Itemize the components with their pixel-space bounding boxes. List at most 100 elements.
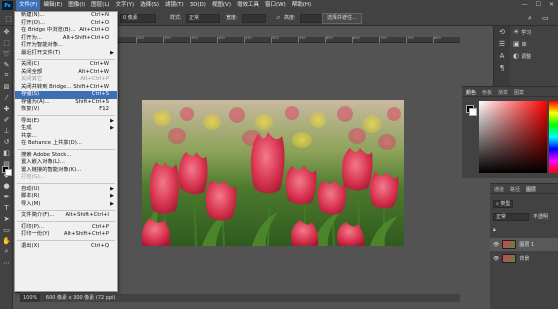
file-menu-item[interactable]: 关闭并转到 Bridge... Shift+Ctrl+W: [15, 84, 117, 92]
type-tool-icon[interactable]: T: [0, 202, 13, 213]
tab-color[interactable]: 颜色: [466, 89, 476, 96]
zoom-tool-icon[interactable]: ⌕: [0, 246, 13, 257]
crop-tool-icon[interactable]: ⌗: [0, 70, 13, 81]
hand-tool-icon[interactable]: ✋: [0, 235, 13, 246]
feather-input[interactable]: 0 像素: [120, 14, 156, 23]
menu-item-label: 导入(M): [21, 200, 41, 207]
eyedropper-icon[interactable]: ⁄: [0, 92, 13, 103]
width-input[interactable]: [242, 14, 266, 23]
file-menu-item[interactable]: 置入嵌入对象(L)...: [15, 159, 117, 167]
layer-filter-select[interactable]: ⌕ 类型: [493, 199, 514, 208]
file-menu-item[interactable]: 在 Bridge 中浏览(B)... Alt+Ctrl+O: [15, 27, 117, 35]
menu-7[interactable]: 3D(D): [187, 0, 209, 11]
file-menu-item[interactable]: 共享...: [15, 133, 117, 141]
zoom-level[interactable]: 100%: [20, 294, 41, 302]
tab-patterns[interactable]: 图案: [514, 89, 524, 96]
height-input[interactable]: [300, 14, 324, 23]
lock-icon[interactable]: 🔒︎: [493, 227, 496, 233]
history-icon[interactable]: ⟲: [494, 26, 510, 38]
rectangle-tool-icon[interactable]: ▭: [0, 224, 13, 235]
learn-item[interactable]: ☀ 学习: [510, 26, 558, 38]
brush-tool-icon[interactable]: ✐: [0, 114, 13, 125]
minimize-icon[interactable]: —: [522, 1, 528, 8]
path-select-icon[interactable]: ➤: [0, 213, 13, 224]
properties-icon[interactable]: ☰: [494, 38, 510, 50]
swap-icon[interactable]: ⇄: [276, 14, 280, 23]
layer-row-background[interactable]: 👁︎ 背景: [490, 252, 558, 265]
quick-select-icon[interactable]: ✎: [0, 59, 13, 70]
menu-10[interactable]: 窗口(W): [262, 0, 289, 11]
file-menu-item[interactable]: 打开为智能对象...: [15, 42, 117, 50]
blend-mode-select[interactable]: 正常: [493, 212, 529, 221]
file-menu-item[interactable]: 生成 ▶: [15, 125, 117, 133]
healing-brush-icon[interactable]: ✚: [0, 103, 13, 114]
menu-9[interactable]: 增效工具: [234, 0, 262, 11]
tab-gradients[interactable]: 渐变: [498, 89, 508, 96]
canvas-image[interactable]: [142, 100, 404, 246]
history-brush-icon[interactable]: ↺: [0, 136, 13, 147]
file-menu-item[interactable]: 恢复(V) F12: [15, 106, 117, 114]
menu-8[interactable]: 视图(V): [209, 0, 234, 11]
menu-6[interactable]: 滤镜(T): [162, 0, 187, 11]
tab-paths[interactable]: 路径: [510, 186, 520, 193]
menu-5[interactable]: 选择(S): [137, 0, 162, 11]
dodge-icon[interactable]: ●: [0, 180, 13, 191]
maximize-icon[interactable]: ☐: [536, 1, 541, 8]
layer-row-1[interactable]: 👁︎ 图层 1: [490, 238, 558, 251]
ruler-label: 450: [245, 36, 252, 40]
file-menu-item[interactable]: 导入(M) ▶: [15, 201, 117, 209]
background-color-swatch[interactable]: [5, 169, 12, 176]
lasso-tool-icon[interactable]: ➰: [0, 48, 13, 59]
file-menu-item[interactable]: 最近打开文件(T) ▶: [15, 50, 117, 58]
pen-tool-icon[interactable]: ✒: [0, 191, 13, 202]
menu-11[interactable]: 帮助(H): [289, 0, 314, 11]
document-info: 600 像素 x 300 像素 (72 ppi): [45, 295, 116, 301]
file-menu-item[interactable]: 搜索 Adobe Stock...: [15, 152, 117, 160]
file-menu-item[interactable]: 脚本(R) ▶: [15, 193, 117, 201]
marquee-tool-icon[interactable]: ⬚: [0, 37, 13, 48]
more-tools-icon[interactable]: ⋯: [0, 257, 13, 268]
frame-tool-icon[interactable]: ⊠: [0, 81, 13, 92]
search-icon[interactable]: ⌕: [528, 14, 532, 23]
file-menu-item[interactable]: 存储为(A)... Shift+Ctrl+S: [15, 99, 117, 107]
file-menu-item[interactable]: 打开(O)... Ctrl+O: [15, 20, 117, 28]
file-menu-item[interactable]: 退出(X) Ctrl+Q: [15, 243, 117, 251]
style-select[interactable]: 正常: [186, 14, 220, 23]
workspace-icon[interactable]: ▭: [542, 14, 549, 23]
paragraph-icon[interactable]: ¶: [494, 62, 510, 74]
file-menu-item[interactable]: 关闭全部 Alt+Ctrl+W: [15, 69, 117, 77]
visibility-eye-icon[interactable]: 👁︎: [493, 256, 499, 262]
file-menu-item[interactable]: 新建(N)... Ctrl+N: [15, 12, 117, 20]
menu-2[interactable]: 图像(I): [65, 0, 88, 11]
menu-1[interactable]: 编辑(E): [40, 0, 65, 11]
stamp-tool-icon[interactable]: ⊥: [0, 125, 13, 136]
file-menu-item[interactable]: 文件简介(F)... Alt+Shift+Ctrl+I: [15, 212, 117, 220]
blend-row: 正常 不透明: [490, 211, 558, 222]
visibility-eye-icon[interactable]: 👁︎: [493, 242, 499, 248]
tab-layers[interactable]: 图层: [526, 186, 536, 193]
file-menu-item[interactable]: 存储(S) Ctrl+S: [15, 91, 117, 99]
file-menu-item[interactable]: 关闭(C) Ctrl+W: [15, 61, 117, 69]
color-background-swatch[interactable]: [469, 108, 477, 116]
file-menu-item[interactable]: 自动(U) ▶: [15, 186, 117, 194]
menu-3[interactable]: 图层(L): [88, 0, 112, 11]
adjustments-item[interactable]: ◐ 调整: [510, 50, 558, 62]
file-menu-item[interactable]: 在 Behance 上共享(D)...: [15, 140, 117, 148]
tab-channels[interactable]: 通道: [494, 186, 504, 193]
file-menu-item[interactable]: 打印一份(Y) Alt+Shift+Ctrl+P: [15, 231, 117, 239]
tab-swatches[interactable]: 色板: [482, 89, 492, 96]
hue-slider[interactable]: [549, 101, 558, 173]
menu-4[interactable]: 文字(Y): [113, 0, 138, 11]
libraries-item[interactable]: ▣ 库: [510, 38, 558, 50]
color-field[interactable]: [479, 101, 547, 173]
menu-0[interactable]: 文件(F): [16, 0, 41, 11]
select-and-mask-button[interactable]: 选择并遮住...: [322, 13, 362, 24]
file-menu-item[interactable]: 置入链接的智能对象(K)...: [15, 167, 117, 175]
eraser-icon[interactable]: ◧: [0, 147, 13, 158]
file-menu-item[interactable]: 打开为... Alt+Shift+Ctrl+O: [15, 35, 117, 43]
character-icon[interactable]: A: [494, 50, 510, 62]
file-menu-item[interactable]: 打印(P)... Ctrl+P: [15, 224, 117, 232]
move-tool-icon[interactable]: ✥: [0, 26, 13, 37]
file-menu-item[interactable]: 导出(E) ▶: [15, 118, 117, 126]
close-icon[interactable]: ✕: [549, 1, 554, 8]
